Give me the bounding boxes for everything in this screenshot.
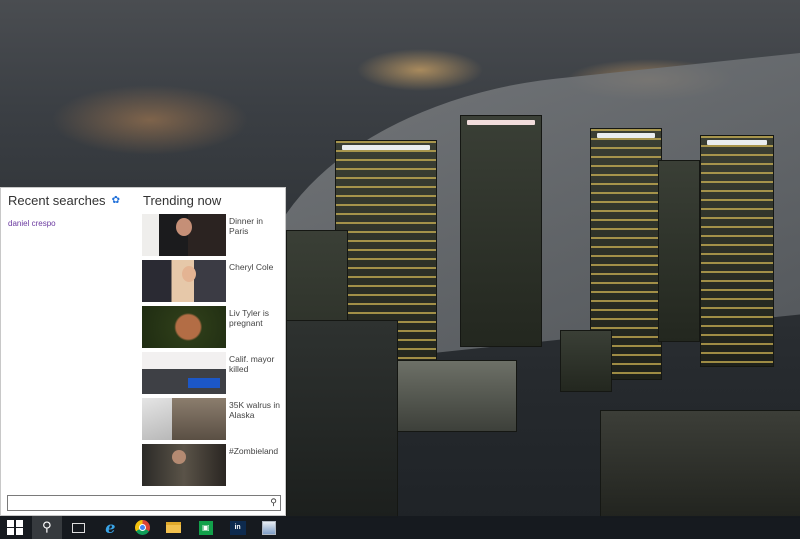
trending-now-heading: Trending now (143, 193, 222, 208)
windows-start-icon (7, 519, 23, 536)
search-input[interactable] (7, 495, 281, 511)
file-explorer-button[interactable] (159, 516, 189, 539)
search-panel: Recent searches ✿ daniel crespo Trending… (0, 187, 286, 516)
wallpaper-building (600, 410, 800, 518)
file-explorer-icon (166, 522, 182, 533)
app-button-2[interactable] (254, 516, 284, 539)
gear-icon[interactable]: ✿ (112, 196, 121, 206)
search-icon[interactable]: ⚲ (267, 496, 280, 510)
trending-list: Dinner in Paris Cheryl Cole Liv Tyler is… (142, 214, 284, 490)
wallpaper-building (700, 135, 774, 367)
recent-search-item[interactable]: daniel crespo (8, 219, 56, 228)
trending-caption: #Zombieland (229, 446, 279, 456)
app-icon: in (229, 520, 246, 535)
wallpaper-building (658, 160, 700, 342)
trending-item[interactable]: Calif. mayor killed (142, 352, 284, 395)
recent-searches-title: Recent searches (8, 193, 106, 208)
trending-thumbnail (142, 444, 226, 486)
chrome-icon (134, 520, 150, 535)
task-view-button[interactable] (64, 516, 94, 539)
wallpaper-building (286, 320, 398, 518)
trending-item[interactable]: #Zombieland (142, 444, 284, 487)
trending-item[interactable]: 35K walrus in Alaska (142, 398, 284, 441)
task-view-icon (72, 522, 86, 533)
trending-caption: 35K walrus in Alaska (229, 400, 281, 420)
app-button[interactable]: in (223, 516, 253, 539)
app-icon-2 (262, 520, 277, 535)
trending-caption: Liv Tyler is pregnant (229, 308, 269, 328)
trending-thumbnail (142, 352, 226, 394)
trending-thumbnail (142, 214, 226, 256)
trending-caption: Cheryl Cole (229, 262, 274, 272)
chrome-button[interactable] (127, 516, 157, 539)
wallpaper-building (460, 115, 542, 347)
trending-thumbnail (142, 398, 226, 440)
store-button[interactable]: ▣ (191, 516, 221, 539)
trending-item[interactable]: Dinner in Paris (142, 214, 284, 257)
store-icon: ▣ (198, 520, 213, 535)
trending-item[interactable]: Liv Tyler is pregnant (142, 306, 284, 349)
search-icon: ⚲ (42, 520, 52, 535)
taskbar: ⚲ e ▣ in (0, 516, 800, 539)
wallpaper-building (395, 360, 517, 432)
wallpaper-building (560, 330, 612, 392)
desktop-wallpaper: Recent searches ✿ daniel crespo Trending… (0, 0, 800, 539)
trending-thumbnail (142, 306, 226, 348)
start-button[interactable] (0, 516, 30, 539)
trending-caption: Dinner in Paris (229, 216, 264, 236)
trending-item[interactable]: Cheryl Cole (142, 260, 284, 303)
search-button[interactable]: ⚲ (31, 516, 62, 539)
trending-caption: Calif. mayor killed (229, 354, 275, 374)
recent-searches-heading: Recent searches ✿ (8, 193, 121, 208)
internet-explorer-icon: e (105, 518, 116, 537)
trending-thumbnail (142, 260, 226, 302)
internet-explorer-button[interactable]: e (95, 516, 125, 539)
